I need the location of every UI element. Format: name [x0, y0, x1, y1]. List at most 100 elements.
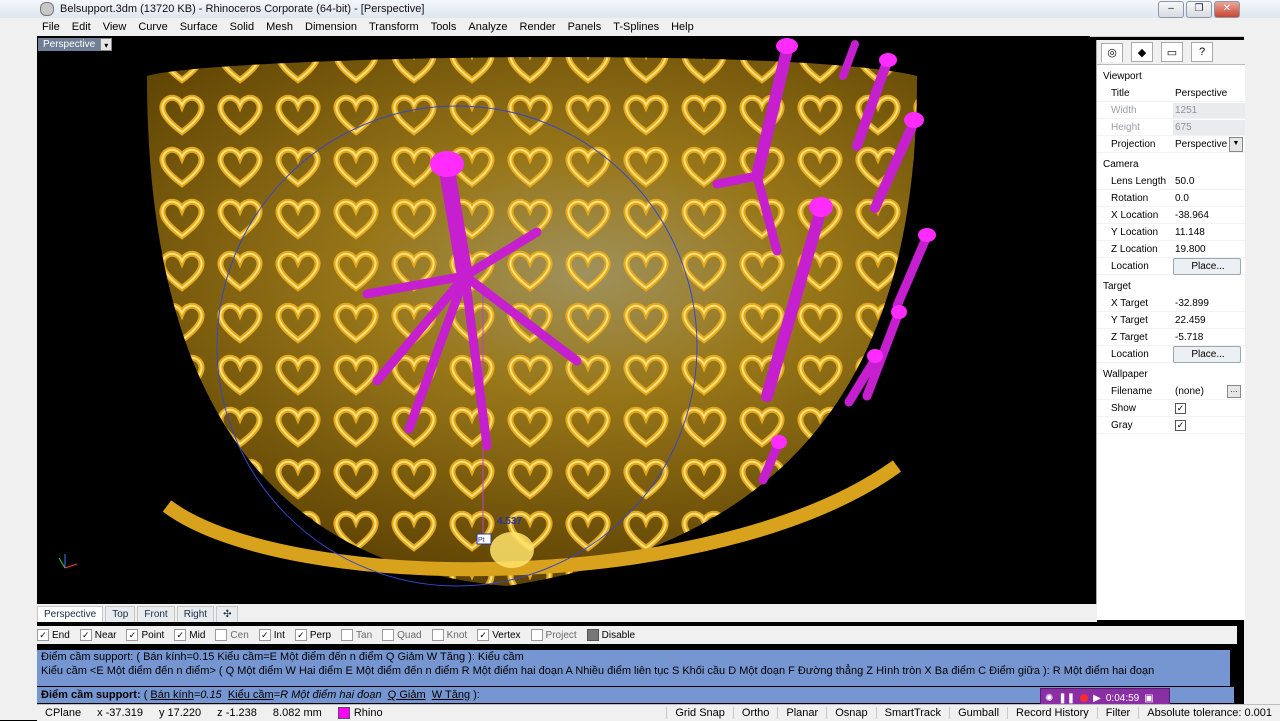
z-location-field[interactable]: 19.800: [1173, 241, 1245, 257]
menu-surface[interactable]: Surface: [174, 21, 224, 33]
menu-help[interactable]: Help: [665, 21, 700, 33]
menu-tools[interactable]: Tools: [425, 21, 463, 33]
osnap-knot[interactable]: Knot: [431, 629, 467, 641]
browse-button[interactable]: …: [1227, 384, 1241, 398]
prop-label: X Location: [1111, 209, 1159, 221]
viewport-title-label[interactable]: Perspective ▾: [38, 38, 113, 51]
osnap-checkbox[interactable]: ✓: [294, 629, 307, 641]
planar-toggle[interactable]: Planar: [777, 707, 826, 719]
menu-dimension[interactable]: Dimension: [299, 21, 363, 33]
osnap-checkbox[interactable]: ✓: [79, 629, 92, 641]
layer-indicator[interactable]: Rhino: [330, 706, 391, 720]
layer-name: Rhino: [353, 706, 383, 719]
option-increase[interactable]: W Tăng: [432, 689, 470, 701]
y-target-field[interactable]: 22.459: [1173, 312, 1245, 328]
hover-sphere: [490, 532, 534, 568]
tab-top[interactable]: Top: [105, 606, 136, 622]
osnap-checkbox[interactable]: [382, 629, 395, 641]
title-field[interactable]: Perspective: [1173, 85, 1245, 101]
osnap-checkbox[interactable]: ✓: [37, 629, 49, 641]
osnap-checkbox[interactable]: [215, 629, 228, 641]
maximize-button[interactable]: ❐: [1186, 1, 1212, 18]
osnap-checkbox[interactable]: [586, 629, 599, 641]
lens-length-field[interactable]: 50.0: [1173, 173, 1245, 189]
menu-solid[interactable]: Solid: [224, 21, 260, 33]
gumball-toggle[interactable]: Gumball: [949, 707, 1007, 719]
help-icon[interactable]: ?: [1191, 42, 1213, 62]
material-icon[interactable]: ◆: [1131, 42, 1153, 62]
option-decrease[interactable]: Q Giảm: [388, 689, 426, 701]
smarttrack-toggle[interactable]: SmartTrack: [875, 707, 949, 719]
viewport-name[interactable]: Perspective: [38, 38, 101, 51]
close-button[interactable]: ✕: [1214, 1, 1240, 18]
osnap-quad[interactable]: Quad: [382, 629, 422, 641]
osnap-tan[interactable]: Tan: [341, 629, 372, 641]
chevron-down-icon[interactable]: ▾: [100, 38, 113, 51]
osnap-checkbox[interactable]: ✓: [174, 629, 187, 641]
gray-checkbox[interactable]: ✓: [1175, 419, 1186, 431]
osnap-cen[interactable]: Cen: [215, 629, 249, 641]
filename-field[interactable]: (none): [1173, 383, 1227, 399]
show-checkbox[interactable]: ✓: [1175, 402, 1186, 414]
osnap-checkbox[interactable]: [341, 629, 354, 641]
menu-view[interactable]: View: [97, 21, 133, 33]
perspective-viewport[interactable]: Pt 4.537: [37, 36, 1090, 603]
osnap-label: Vertex: [492, 629, 521, 641]
osnap-label: Quad: [397, 629, 422, 641]
osnap-checkbox[interactable]: ✓: [258, 629, 271, 641]
osnap-disable[interactable]: Disable: [586, 629, 635, 641]
chevron-down-icon[interactable]: ▼: [1229, 136, 1243, 152]
option-radius[interactable]: Bán kính: [150, 689, 193, 701]
y-location-field[interactable]: 11.148: [1173, 224, 1245, 240]
menu-curve[interactable]: Curve: [132, 21, 173, 33]
z-target-field[interactable]: -5.718: [1173, 329, 1245, 345]
osnap-checkbox[interactable]: [530, 629, 543, 641]
rotation-field[interactable]: 0.0: [1173, 190, 1245, 206]
menu-analyze[interactable]: Analyze: [462, 21, 513, 33]
osnap-near[interactable]: ✓ Near: [79, 629, 116, 641]
osnap-toggle[interactable]: Osnap: [826, 707, 875, 719]
target-place-button[interactable]: Place...: [1173, 345, 1241, 363]
tab-right[interactable]: Right: [176, 606, 215, 622]
menu-render[interactable]: Render: [514, 21, 562, 33]
osnap-project[interactable]: Project: [530, 629, 577, 641]
tab-front[interactable]: Front: [137, 606, 175, 622]
add-viewport-icon[interactable]: ✣: [216, 606, 239, 622]
play-icon[interactable]: ▶: [1093, 693, 1101, 704]
window-title: Belsupport.3dm (13720 KB) - Rhinoceros C…: [60, 3, 425, 15]
osnap-end[interactable]: ✓ End: [37, 629, 70, 641]
record-icon[interactable]: [1080, 694, 1089, 702]
menu-transform[interactable]: Transform: [363, 21, 425, 33]
osnap-checkbox[interactable]: ✓: [477, 629, 490, 641]
x-location-field[interactable]: -38.964: [1173, 207, 1245, 223]
osnap-vertex[interactable]: ✓ Vertex: [477, 629, 521, 641]
prop-label: Show: [1111, 402, 1137, 414]
camera-place-button[interactable]: Place...: [1173, 257, 1241, 275]
menu-panels[interactable]: Panels: [562, 21, 608, 33]
pause-icon[interactable]: ❚❚: [1058, 693, 1075, 704]
grid-snap-toggle[interactable]: Grid Snap: [666, 707, 733, 719]
osnap-mid[interactable]: ✓ Mid: [174, 629, 205, 641]
color-wheel-icon[interactable]: ◎: [1101, 42, 1123, 62]
osnap-point[interactable]: ✓ Point: [126, 629, 164, 641]
minimize-button[interactable]: –: [1158, 1, 1184, 18]
menu-tsplines[interactable]: T-Splines: [607, 21, 665, 33]
filter-toggle[interactable]: Filter: [1096, 707, 1138, 719]
recorder-menu-icon[interactable]: ▣: [1144, 693, 1153, 704]
section-wallpaper: Wallpaper: [1103, 369, 1148, 380]
osnap-int[interactable]: ✓ Int: [258, 629, 285, 641]
cplane-label[interactable]: CPlane: [37, 707, 89, 719]
menu-mesh[interactable]: Mesh: [260, 21, 299, 33]
x-target-field[interactable]: -32.899: [1173, 295, 1245, 311]
osnap-checkbox[interactable]: [431, 629, 444, 641]
tab-perspective[interactable]: Perspective: [37, 606, 104, 622]
ortho-toggle[interactable]: Ortho: [732, 707, 778, 719]
monitor-icon[interactable]: ▭: [1161, 42, 1183, 62]
projection-select[interactable]: Perspective: [1173, 136, 1229, 152]
option-grip-type[interactable]: Kiểu cầm: [228, 689, 274, 701]
menu-file[interactable]: File: [36, 21, 66, 33]
menu-edit[interactable]: Edit: [66, 21, 97, 33]
osnap-checkbox[interactable]: ✓: [126, 629, 139, 641]
osnap-perp[interactable]: ✓ Perp: [294, 629, 331, 641]
record-history-toggle[interactable]: Record History: [1007, 707, 1097, 719]
